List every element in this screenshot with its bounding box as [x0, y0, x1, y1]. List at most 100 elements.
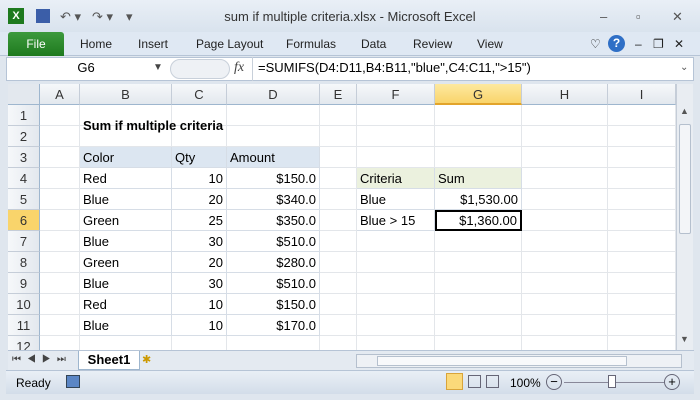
table-cell[interactable]: 10	[172, 315, 227, 336]
workbook-close-button[interactable]: ✕	[674, 37, 684, 51]
table-cell[interactable]: $170.0	[227, 315, 320, 336]
table-cell[interactable]: Blue	[80, 231, 172, 252]
page-layout-view-icon[interactable]	[468, 375, 481, 388]
sheet-nav-arrows[interactable]: ⏮◀▶⏭	[12, 354, 72, 365]
table-header-cell[interactable]: Qty	[172, 147, 227, 168]
table-cell[interactable]: $150.0	[227, 294, 320, 315]
sheet-tab-bar: ⏮◀▶⏭ Sheet1 ✱	[8, 350, 694, 370]
summary-header-cell[interactable]: Sum	[435, 168, 522, 189]
macro-record-icon[interactable]	[66, 375, 80, 388]
column-header-B[interactable]: B	[80, 84, 172, 105]
table-cell[interactable]: $510.0	[227, 273, 320, 294]
tab-data[interactable]: Data	[361, 37, 386, 51]
close-button[interactable]: ✕	[672, 9, 683, 25]
zoom-in-button[interactable]: +	[664, 374, 680, 390]
vertical-scrollbar[interactable]: ▲ ▼	[676, 84, 693, 350]
tab-formulas[interactable]: Formulas	[286, 37, 336, 51]
table-cell[interactable]: Blue	[80, 315, 172, 336]
table-cell[interactable]: 30	[172, 273, 227, 294]
table-cell[interactable]: $340.0	[227, 189, 320, 210]
table-cell[interactable]: Green	[80, 252, 172, 273]
summary-cell[interactable]: Blue > 15	[357, 210, 435, 231]
table-cell[interactable]: $150.0	[227, 168, 320, 189]
column-header-A[interactable]: A	[40, 84, 80, 105]
minimize-button[interactable]: –	[600, 9, 607, 24]
table-cell[interactable]: 30	[172, 231, 227, 252]
horizontal-scrollbar[interactable]	[356, 354, 682, 368]
workbook-restore-button[interactable]: ❐	[653, 37, 664, 51]
table-cell[interactable]: Green	[80, 210, 172, 231]
table-header-cell[interactable]: Color	[80, 147, 172, 168]
table-header-cell[interactable]: Amount	[227, 147, 320, 168]
formula-bar-splitter[interactable]	[170, 59, 230, 79]
scroll-up-icon[interactable]: ▲	[680, 106, 689, 116]
row-header-7[interactable]: 7	[8, 231, 40, 252]
table-cell[interactable]: $280.0	[227, 252, 320, 273]
tab-review[interactable]: Review	[413, 37, 452, 51]
table-cell[interactable]: 20	[172, 189, 227, 210]
sheet-tab-sheet1[interactable]: Sheet1	[78, 351, 140, 370]
page-break-view-icon[interactable]	[486, 375, 499, 388]
summary-header-cell[interactable]: Criteria	[357, 168, 435, 189]
tab-home[interactable]: Home	[80, 37, 112, 51]
row-header-3[interactable]: 3	[8, 147, 40, 168]
table-cell[interactable]: 10	[172, 168, 227, 189]
row-header-9[interactable]: 9	[8, 273, 40, 294]
name-box-dropdown-icon[interactable]: ▼	[153, 62, 163, 73]
table-cell[interactable]: Red	[80, 168, 172, 189]
table-cell[interactable]: $510.0	[227, 231, 320, 252]
tab-insert[interactable]: Insert	[138, 37, 168, 51]
tab-file[interactable]: File	[8, 32, 64, 56]
column-header-D[interactable]: D	[227, 84, 320, 105]
column-header-F[interactable]: F	[357, 84, 435, 105]
tab-view[interactable]: View	[477, 37, 503, 51]
scroll-down-icon[interactable]: ▼	[680, 334, 689, 344]
row-header-2[interactable]: 2	[8, 126, 40, 147]
sheet-title[interactable]: Sum if multiple criteria	[80, 115, 226, 136]
table-cell[interactable]: Red	[80, 294, 172, 315]
row-header-8[interactable]: 8	[8, 252, 40, 273]
row-header-1[interactable]: 1	[8, 105, 40, 126]
row-header-4[interactable]: 4	[8, 168, 40, 189]
expand-formula-bar-icon[interactable]: ⌄	[680, 62, 688, 73]
help-icon[interactable]: ?	[608, 35, 625, 52]
ribbon-minimize-icon[interactable]: ♡	[590, 37, 601, 51]
table-cell[interactable]: Blue	[80, 189, 172, 210]
status-bar: Ready 100% − +	[6, 370, 694, 394]
normal-view-icon[interactable]	[446, 373, 463, 390]
horizontal-scroll-thumb[interactable]	[377, 356, 627, 366]
select-all-button[interactable]	[8, 84, 40, 105]
zoom-out-button[interactable]: −	[546, 374, 562, 390]
row-header-11[interactable]: 11	[8, 315, 40, 336]
row-header-10[interactable]: 10	[8, 294, 40, 315]
summary-cell[interactable]: Blue	[357, 189, 435, 210]
row-header-6[interactable]: 6	[8, 210, 40, 231]
summary-cell[interactable]: $1,530.00	[435, 189, 522, 210]
row-header-5[interactable]: 5	[8, 189, 40, 210]
zoom-level[interactable]: 100%	[510, 376, 541, 390]
row-header-12[interactable]: 12	[8, 336, 40, 350]
table-cell[interactable]: 10	[172, 294, 227, 315]
column-header-I[interactable]: I	[608, 84, 676, 105]
column-header-H[interactable]: H	[522, 84, 608, 105]
column-header-C[interactable]: C	[172, 84, 227, 105]
title-bar: X ↶ ▾ ↷ ▾ ▾ sum if multiple criteria.xls…	[0, 0, 700, 32]
worksheet-grid[interactable]: ABCDEFGHI 1 2 3 4 5 6 7 8 9 10 11 12 Sum if multipl…	[8, 84, 676, 350]
formula-input[interactable]: =SUMIFS(D4:D11,B4:B11,"blue",C4:C11,">15…	[258, 57, 531, 79]
table-cell[interactable]: 25	[172, 210, 227, 231]
insert-sheet-icon[interactable]: ✱	[142, 353, 151, 366]
selected-cell-g6[interactable]: $1,360.00	[435, 210, 522, 231]
tab-page-layout[interactable]: Page Layout	[196, 37, 263, 51]
name-box[interactable]: G6	[6, 57, 166, 81]
workbook-minimize-button[interactable]: –	[635, 37, 642, 51]
column-header-G[interactable]: G	[435, 84, 522, 105]
ribbon-tabs: Home Insert Page Layout Formulas Data Re…	[0, 32, 700, 56]
zoom-slider-thumb[interactable]	[608, 375, 616, 388]
table-cell[interactable]: Blue	[80, 273, 172, 294]
restore-button[interactable]: ▫	[636, 9, 641, 24]
insert-function-icon[interactable]: fx	[234, 60, 244, 76]
column-header-E[interactable]: E	[320, 84, 357, 105]
vertical-scroll-thumb[interactable]	[679, 124, 691, 234]
table-cell[interactable]: 20	[172, 252, 227, 273]
table-cell[interactable]: $350.0	[227, 210, 320, 231]
